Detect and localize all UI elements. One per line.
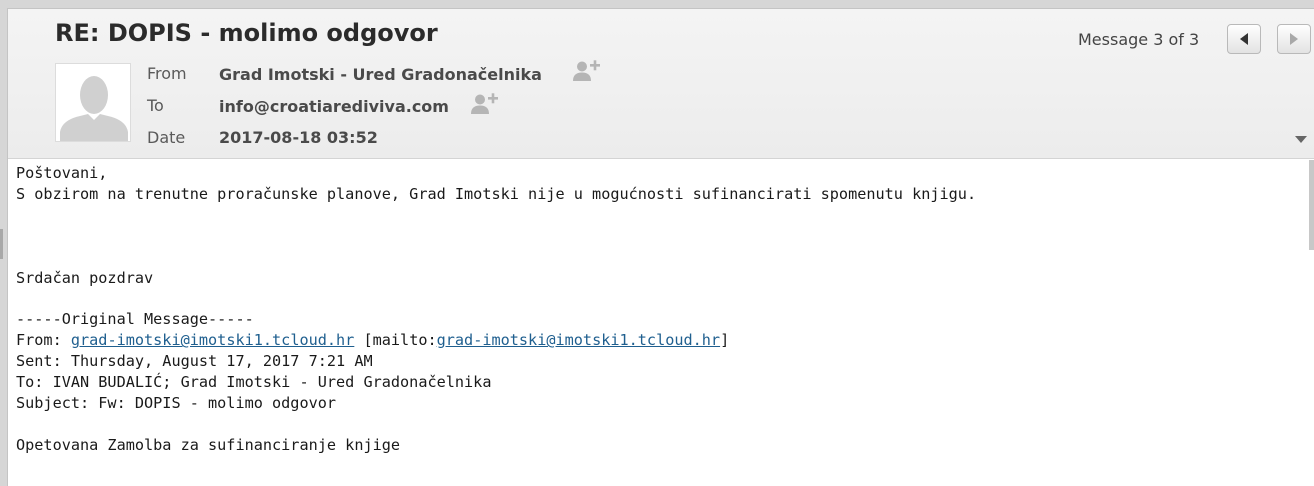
message-header: RE: DOPIS - molimo odgovor Message 3 of … bbox=[8, 9, 1314, 159]
previous-message-button[interactable] bbox=[1227, 24, 1261, 54]
original-separator: -----Original Message----- bbox=[16, 310, 254, 329]
add-person-icon[interactable] bbox=[571, 60, 601, 82]
body-paragraph: S obzirom na trenutne proračunske planov… bbox=[16, 184, 977, 203]
to-value[interactable]: info@croatiarediviva.com bbox=[219, 97, 449, 116]
date-value: 2017-08-18 03:52 bbox=[219, 128, 378, 147]
from-value[interactable]: Grad Imotski - Ured Gradonačelnika bbox=[219, 65, 542, 84]
person-silhouette-icon bbox=[56, 64, 130, 141]
window-edge-marker bbox=[0, 229, 3, 259]
mailto-prefix: [mailto: bbox=[354, 331, 437, 350]
message-counter: Message 3 of 3 bbox=[1078, 30, 1200, 49]
message-body: Poštovani, S obzirom na trenutne proraču… bbox=[16, 163, 976, 456]
mailto-suffix: ] bbox=[720, 331, 730, 350]
original-sent-line: Sent: Thursday, August 17, 2017 7:21 AM bbox=[16, 352, 373, 371]
scrollbar[interactable] bbox=[1309, 160, 1314, 250]
original-from-link[interactable]: grad-imotski@imotski1.tcloud.hr bbox=[71, 331, 354, 349]
to-label: To bbox=[147, 96, 164, 115]
caret-down-icon[interactable] bbox=[1295, 136, 1307, 143]
chevron-left-icon bbox=[1240, 33, 1248, 45]
original-from-prefix: From: bbox=[16, 331, 71, 350]
original-to-line: To: IVAN BUDALIĆ; Grad Imotski - Ured Gr… bbox=[16, 373, 492, 392]
next-message-button[interactable] bbox=[1277, 24, 1311, 54]
from-label: From bbox=[147, 64, 187, 83]
date-label: Date bbox=[147, 128, 186, 147]
closing-line: Srdačan pozdrav bbox=[16, 268, 154, 287]
message-subject: RE: DOPIS - molimo odgovor bbox=[55, 19, 438, 47]
greeting-line: Poštovani, bbox=[16, 164, 108, 182]
sender-avatar bbox=[55, 63, 131, 142]
add-person-icon[interactable] bbox=[469, 93, 499, 115]
original-subject-line: Subject: Fw: DOPIS - molimo odgovor bbox=[16, 393, 337, 412]
original-content-line: Opetovana Zamolba za sufinanciranje knji… bbox=[16, 435, 401, 454]
chevron-right-icon bbox=[1290, 33, 1298, 45]
mailto-link[interactable]: grad-imotski@imotski1.tcloud.hr bbox=[437, 331, 720, 349]
